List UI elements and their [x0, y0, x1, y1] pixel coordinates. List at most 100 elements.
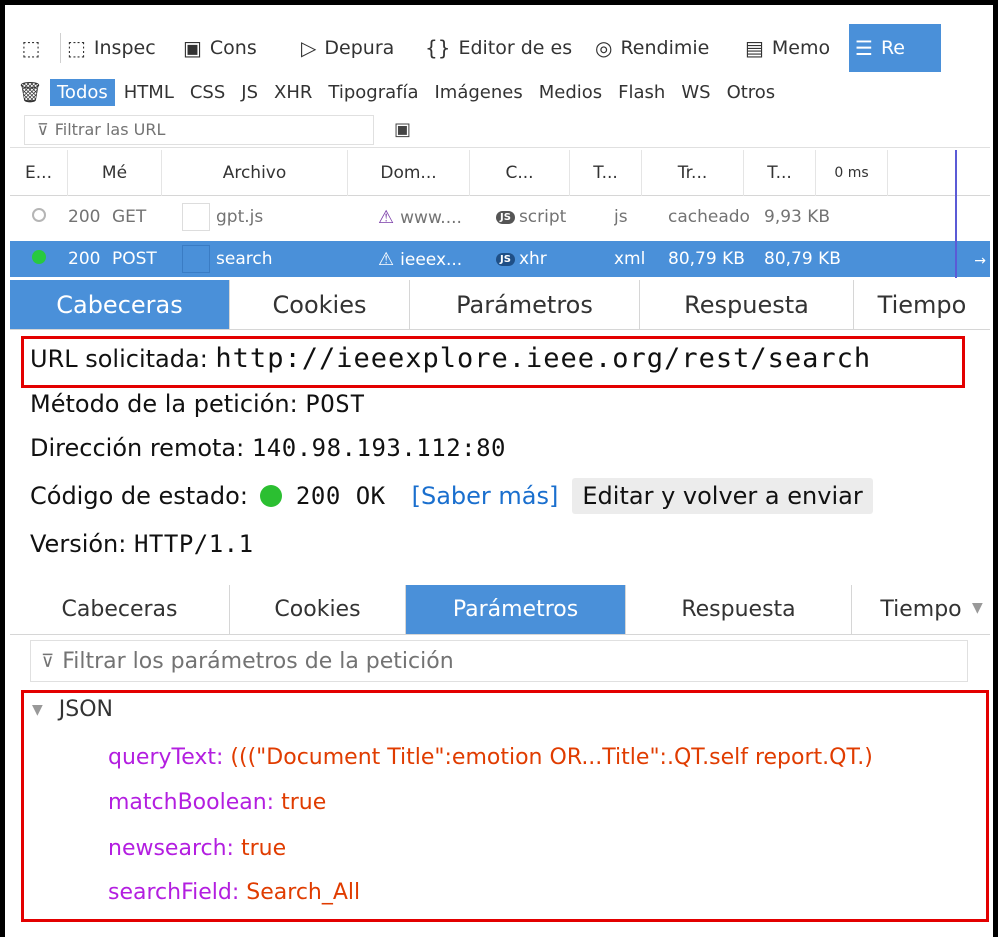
column-status[interactable]: E...	[10, 149, 68, 196]
filter-media[interactable]: Medios	[532, 79, 609, 106]
filter-all[interactable]: Todos	[50, 78, 115, 106]
tab-response[interactable]: Respuesta	[640, 280, 854, 329]
url-filter-input[interactable]: ⊽ Filtrar las URL	[24, 114, 374, 145]
column-method[interactable]: Mé	[68, 149, 162, 196]
tab-style-editor[interactable]: {} Editor de es	[419, 24, 589, 72]
tab-cookies[interactable]: Cookies	[230, 585, 406, 634]
filter-html[interactable]: HTML	[117, 79, 181, 106]
status-code: 200	[68, 207, 101, 227]
param-value: true	[240, 836, 287, 861]
tab-headers[interactable]: Cabeceras	[10, 585, 230, 634]
column-file[interactable]: Archivo	[162, 149, 348, 196]
request-table-header: E... Mé Archivo Dom... C... T... Tr... T…	[10, 149, 990, 196]
filter-icon: ⊽	[37, 120, 49, 139]
tab-params[interactable]: Parámetros	[406, 585, 626, 634]
request-url-value: http://ieeexplore.ieee.org/rest/search	[215, 343, 872, 374]
remote-address-label: Dirección remota:	[30, 434, 245, 462]
file-name: search	[216, 249, 273, 269]
triangle-down-icon: ▼	[32, 701, 43, 718]
table-row[interactable]: 200 GET gpt.js ⚠ www.... JS script js cach…	[10, 198, 990, 236]
tab-network-label: Re	[880, 37, 905, 59]
param-entry: matchBoolean: true	[108, 790, 326, 815]
tab-console[interactable]: ▣ Cons	[177, 24, 295, 72]
tab-network[interactable]: ☰ Re	[849, 24, 941, 72]
panel-toggle-icon[interactable]: ▣	[394, 119, 411, 140]
column-cause[interactable]: C...	[470, 149, 570, 196]
insecure-icon: ⚠	[378, 248, 395, 270]
file-thumbnail	[182, 203, 210, 231]
cause-cell: JS script	[496, 207, 614, 227]
edit-resend-button[interactable]: Editar y volver a enviar	[572, 478, 873, 514]
tab-memory-label: Memo	[771, 37, 831, 59]
file-cell: search	[182, 245, 378, 273]
cause-cell: JS xhr	[496, 249, 614, 269]
trash-icon: 🗑	[17, 80, 43, 104]
column-type[interactable]: T...	[570, 149, 642, 196]
filter-css[interactable]: CSS	[183, 79, 232, 106]
filter-js[interactable]: JS	[234, 79, 265, 106]
version-line: Versión: HTTP/1.1	[30, 530, 254, 558]
tab-headers[interactable]: Cabeceras	[10, 280, 230, 329]
transferred-cell: cacheado	[668, 207, 750, 227]
status-code-line: Código de estado: 200 OK [Saber más] Edi…	[30, 478, 873, 514]
style-editor-icon: {}	[425, 36, 451, 60]
version-label: Versión:	[30, 530, 127, 558]
param-key: searchField:	[108, 880, 240, 905]
tab-memory[interactable]: ▤ Memo	[739, 24, 849, 72]
status-code-label: Código de estado:	[30, 482, 248, 510]
params-filter-input[interactable]: ⊽ Filtrar los parámetros de la petición	[30, 640, 968, 682]
console-icon: ▣	[183, 36, 202, 60]
size-cell: 80,79 KB	[764, 249, 841, 269]
request-method-value: POST	[305, 390, 366, 418]
param-key: newsearch:	[108, 836, 234, 861]
params-filter-placeholder: Filtrar los parámetros de la petición	[62, 648, 454, 674]
network-icon: ☰	[855, 36, 873, 60]
cause-text: xhr	[518, 249, 547, 269]
column-transferred[interactable]: Tr...	[642, 149, 744, 196]
filter-ws[interactable]: WS	[674, 79, 717, 106]
tab-inspector-label: Inspec	[93, 37, 156, 59]
clear-button[interactable]: 🗑	[10, 80, 50, 104]
tab-performance[interactable]: ◎ Rendimie	[589, 24, 739, 72]
details-tabs-params: Cabeceras Cookies Parámetros Respuesta T…	[10, 585, 990, 635]
debugger-icon: ▷	[301, 36, 317, 60]
details-tabs: Cabeceras Cookies Parámetros Respuesta T…	[10, 280, 990, 330]
tab-debugger[interactable]: ▷ Depura	[295, 24, 419, 72]
filter-flash[interactable]: Flash	[611, 79, 672, 106]
request-type-filter: 🗑 Todos HTML CSS JS XHR Tipografía Imáge…	[10, 74, 990, 110]
tab-response[interactable]: Respuesta	[626, 585, 852, 634]
json-section-label: JSON	[58, 697, 114, 722]
param-entry: newsearch: true	[108, 836, 286, 861]
request-url-label: URL solicitada:	[30, 345, 208, 373]
domain-cell: ⚠ ieeex...	[378, 249, 496, 270]
tab-debugger-label: Depura	[324, 37, 395, 59]
table-row-selected[interactable]: 200 POST search ⚠ ieeex... JS xhr xml 80,7…	[10, 241, 990, 277]
devtools-toolbar: ⬚ ⬚ Inspec ▣ Cons ▷ Depura {} Editor de …	[10, 24, 990, 72]
pick-element-button[interactable]: ⬚	[10, 24, 60, 72]
tab-timings[interactable]: Tiempo	[852, 585, 990, 634]
domain-cell: ⚠ www....	[378, 207, 496, 228]
column-size[interactable]: T...	[744, 149, 816, 196]
tab-performance-label: Rendimie	[620, 37, 710, 59]
arrow-right-icon: →	[974, 253, 986, 269]
tab-inspector[interactable]: ⬚ Inspec	[61, 24, 177, 72]
request-url-line: URL solicitada: http://ieeexplore.ieee.o…	[30, 343, 871, 374]
learn-more-link[interactable]: [Saber más]	[412, 482, 559, 510]
transferred-cell: 80,79 KB	[668, 249, 745, 269]
tab-cookies[interactable]: Cookies	[230, 280, 410, 329]
filter-fonts[interactable]: Tipografía	[321, 79, 425, 106]
status-ok-icon	[259, 485, 282, 507]
column-domain[interactable]: Dom...	[348, 149, 470, 196]
version-value: HTTP/1.1	[133, 530, 254, 558]
chevron-down-icon[interactable]: ▼	[972, 600, 983, 616]
filter-xhr[interactable]: XHR	[267, 79, 319, 106]
param-value: Search_All	[246, 880, 361, 905]
filter-other[interactable]: Otros	[720, 79, 783, 106]
param-key: matchBoolean:	[108, 790, 275, 815]
json-section-toggle[interactable]: ▼ JSON	[32, 697, 113, 722]
filter-images[interactable]: Imágenes	[428, 79, 530, 106]
column-timeline[interactable]: 0 ms	[816, 149, 888, 196]
tab-params[interactable]: Parámetros	[410, 280, 640, 329]
domain-name: www....	[400, 207, 462, 228]
tab-timings[interactable]: Tiempo	[854, 280, 990, 329]
